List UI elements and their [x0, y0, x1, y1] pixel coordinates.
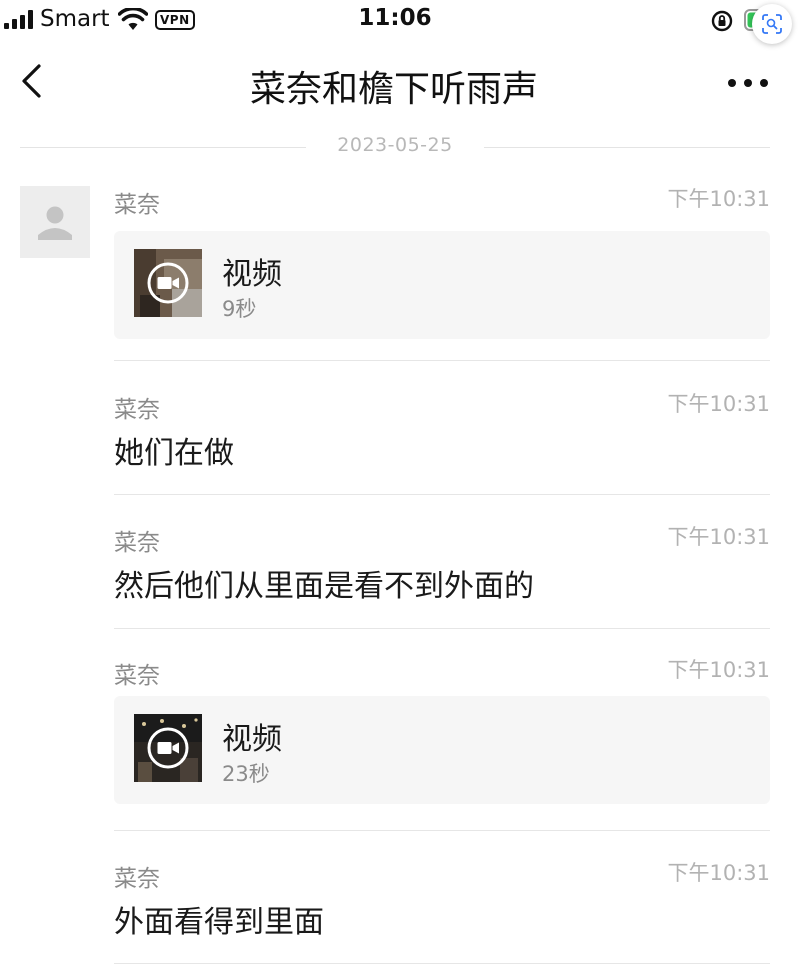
message-item: 菜奈 下午10:31 视频 9秒 — [114, 185, 770, 339]
message-time: 下午10:31 — [667, 658, 770, 682]
video-label: 视频 — [222, 722, 282, 757]
video-message-card[interactable]: 视频 23秒 — [114, 696, 770, 804]
video-duration: 23秒 — [222, 762, 270, 786]
scan-text-button[interactable] — [752, 4, 792, 44]
message-text: 外面看得到里面 — [114, 905, 324, 940]
message-time: 下午10:31 — [667, 861, 770, 885]
message-item: 菜奈 下午10:31 视频 23秒 — [114, 656, 770, 806]
message-time: 下午10:31 — [667, 392, 770, 416]
divider-line-right — [484, 147, 770, 148]
nav-bar: 菜奈和檐下听雨声 — [0, 48, 800, 118]
message-text: 然后他们从里面是看不到外面的 — [114, 569, 534, 604]
sender-name: 菜奈 — [114, 866, 160, 892]
sender-name: 菜奈 — [114, 663, 160, 689]
video-camera-icon — [147, 262, 189, 304]
message-text: 她们在做 — [114, 436, 234, 471]
message-item: 菜奈 下午10:31 然后他们从里面是看不到外面的 — [114, 523, 770, 604]
message-divider — [114, 830, 770, 831]
message-divider — [114, 494, 770, 495]
date-divider: 2023-05-25 — [20, 134, 770, 160]
sender-name: 菜奈 — [114, 192, 160, 218]
message-item: 菜奈 下午10:31 外面看得到里面 — [114, 859, 770, 940]
sender-name: 菜奈 — [114, 530, 160, 556]
video-thumbnail — [134, 249, 202, 317]
video-duration: 9秒 — [222, 297, 257, 321]
video-camera-icon — [147, 727, 189, 769]
video-message-card[interactable]: 视频 9秒 — [114, 231, 770, 339]
scan-text-icon — [762, 14, 782, 34]
message-divider — [114, 963, 770, 964]
date-label: 2023-05-25 — [337, 134, 453, 156]
sender-name: 菜奈 — [114, 397, 160, 423]
status-bar: Smart VPN 11:06 — [0, 0, 800, 44]
page-title: 菜奈和檐下听雨声 — [249, 69, 538, 110]
avatar[interactable] — [20, 186, 90, 258]
video-thumbnail — [134, 714, 202, 782]
message-divider — [114, 360, 770, 361]
message-time: 下午10:31 — [667, 187, 770, 211]
message-time: 下午10:31 — [667, 525, 770, 549]
rotation-lock-icon — [711, 10, 733, 32]
status-time: 11:06 — [358, 5, 432, 31]
video-label: 视频 — [222, 257, 282, 292]
default-user-icon — [38, 206, 72, 240]
message-item: 菜奈 下午10:31 她们在做 — [114, 390, 770, 471]
message-divider — [114, 628, 770, 629]
more-button[interactable] — [720, 64, 776, 100]
